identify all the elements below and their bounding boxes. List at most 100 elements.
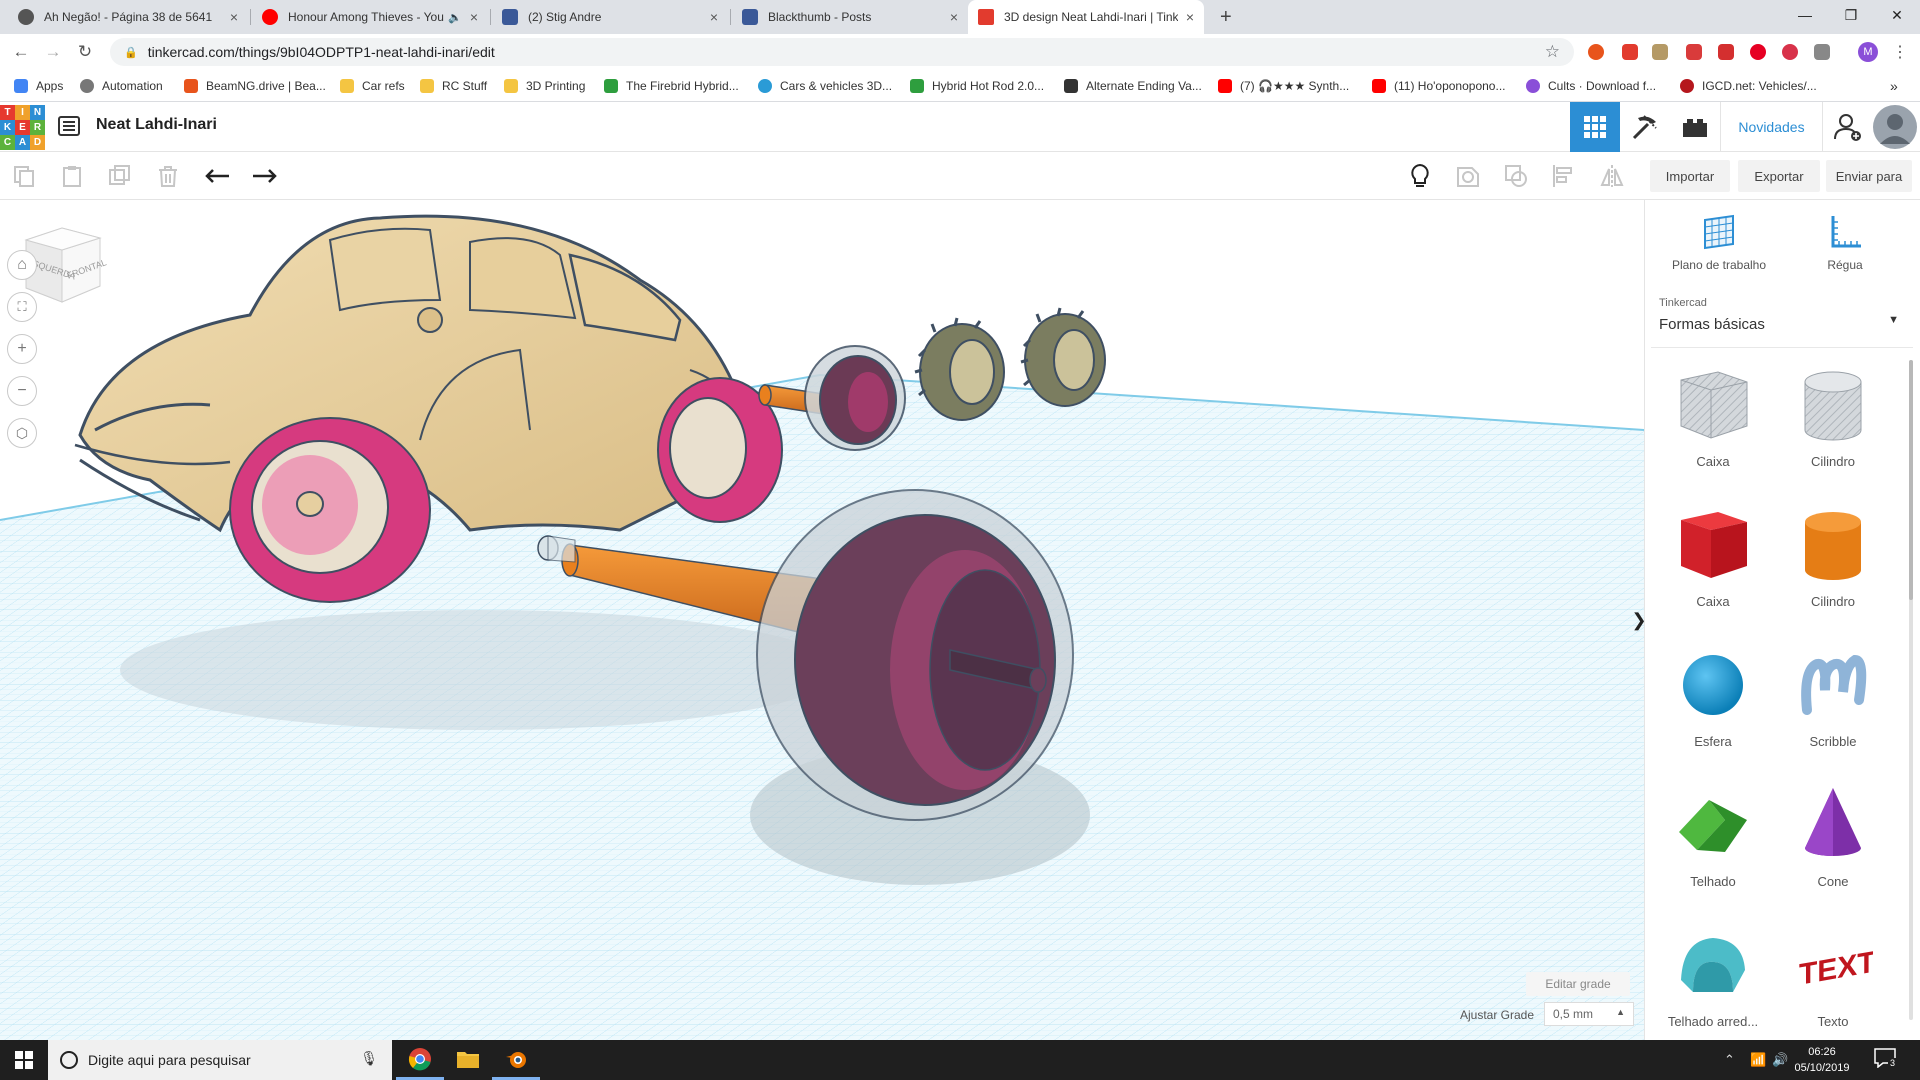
start-button[interactable]: [0, 1040, 48, 1080]
design-title[interactable]: Neat Lahdi-Inari: [96, 116, 217, 134]
extension-icon[interactable]: [1718, 44, 1734, 60]
bookmark-igcd[interactable]: IGCD.net: Vehicles/...: [1680, 70, 1817, 102]
align-button[interactable]: [1548, 160, 1580, 192]
profile-avatar[interactable]: M: [1858, 42, 1878, 62]
extension-icon[interactable]: [1622, 44, 1638, 60]
taskbar-search-input[interactable]: Digite aqui para pesquisar 🎙: [48, 1040, 392, 1080]
notes-toggle-button[interactable]: [1404, 160, 1436, 192]
novidades-button[interactable]: Novidades: [1720, 102, 1822, 152]
shape-text[interactable]: TEXT Texto: [1773, 920, 1893, 1040]
add-user-button[interactable]: [1822, 102, 1872, 152]
shape-sphere[interactable]: Esfera: [1653, 640, 1773, 770]
send-to-button[interactable]: Enviar para: [1826, 160, 1912, 192]
browser-tab-honour-among-thieves[interactable]: Honour Among Thieves - You 🔈 ×: [252, 0, 488, 34]
maximize-button[interactable]: ❐: [1828, 0, 1874, 30]
taskbar-chrome[interactable]: [396, 1040, 444, 1080]
bookmark-firebrid[interactable]: The Firebrid Hybrid...: [604, 70, 739, 102]
snap-grid-select[interactable]: 0,5 mm ▲: [1544, 1002, 1634, 1026]
tab-close-icon[interactable]: ×: [1186, 9, 1194, 25]
bookmark-star-icon[interactable]: ☆: [1545, 42, 1560, 62]
zoom-out-button[interactable]: −: [7, 376, 37, 406]
zoom-in-button[interactable]: +: [7, 334, 37, 364]
system-clock[interactable]: 06:26 05/10/2019: [1782, 1044, 1862, 1076]
extension-icon[interactable]: [1814, 44, 1830, 60]
tab-close-icon[interactable]: ×: [950, 9, 958, 25]
design-list-icon[interactable]: [58, 115, 80, 137]
extension-icon[interactable]: [1652, 44, 1668, 60]
redo-button[interactable]: [248, 160, 280, 192]
mirror-button[interactable]: [1596, 160, 1628, 192]
workplane-button[interactable]: Plano de trabalho: [1659, 210, 1779, 280]
browser-tab-stig-andre[interactable]: (2) Stig Andre ×: [492, 0, 728, 34]
close-window-button[interactable]: ✕: [1874, 0, 1920, 30]
bookmark-hooponopono[interactable]: (11) Ho'oponopono...: [1372, 70, 1505, 102]
scrollbar-thumb[interactable]: [1909, 360, 1913, 600]
shape-roof[interactable]: Telhado: [1653, 780, 1773, 910]
ungroup-shapes-button[interactable]: [1500, 160, 1532, 192]
delete-button[interactable]: [152, 160, 184, 192]
new-tab-button[interactable]: +: [1210, 0, 1240, 34]
paste-button[interactable]: [56, 160, 88, 192]
shape-cone[interactable]: Cone: [1773, 780, 1893, 910]
pinterest-icon[interactable]: [1750, 44, 1766, 60]
home-view-button[interactable]: ⌂: [7, 250, 37, 280]
minimize-button[interactable]: —: [1782, 0, 1828, 30]
browser-tab-blackthumb[interactable]: Blackthumb - Posts ×: [732, 0, 968, 34]
undo-button[interactable]: [202, 160, 234, 192]
bookmark-apps[interactable]: Apps: [14, 70, 63, 102]
copy-button[interactable]: [8, 160, 40, 192]
browser-tab-tinkercad[interactable]: 3D design Neat Lahdi-Inari | Tink ×: [968, 0, 1204, 34]
duplicate-button[interactable]: [104, 160, 136, 192]
shape-round-roof[interactable]: Telhado arred...: [1653, 920, 1773, 1040]
shape-cylinder[interactable]: Cilindro: [1773, 500, 1893, 630]
panel-toggle-button[interactable]: ❯: [1631, 600, 1644, 640]
extension-icon[interactable]: [1782, 44, 1798, 60]
bookmark-folder-rc-stuff[interactable]: RC Stuff: [420, 70, 487, 102]
shape-box-hole[interactable]: Caixa: [1653, 360, 1773, 490]
bookmark-folder-car-refs[interactable]: Car refs: [340, 70, 405, 102]
back-button[interactable]: ←: [8, 40, 34, 64]
lego-view-button[interactable]: [1670, 102, 1720, 152]
tab-close-icon[interactable]: ×: [470, 9, 478, 25]
taskbar-file-explorer[interactable]: [444, 1040, 492, 1080]
tinkercad-logo[interactable]: T I N K E R C A D: [0, 105, 45, 150]
3d-viewport[interactable]: ESQUERDA FRONTAL ⌂ ⛶ + − ⬡ ❯ Editar grad…: [0, 200, 1644, 1040]
import-button[interactable]: Importar: [1650, 160, 1730, 192]
bookmark-alternate-ending[interactable]: Alternate Ending Va...: [1064, 70, 1202, 102]
bookmark-cars-vehicles[interactable]: Cars & vehicles 3D...: [758, 70, 892, 102]
bookmark-folder-3d-printing[interactable]: 3D Printing: [504, 70, 585, 102]
bookmark-synth[interactable]: (7) 🎧★★★ Synth...: [1218, 70, 1349, 102]
workplane-scene[interactable]: [0, 200, 1644, 1040]
bookmark-hybrid-hot-rod[interactable]: Hybrid Hot Rod 2.0...: [910, 70, 1044, 102]
bookmark-cults[interactable]: Cults · Download f...: [1526, 70, 1656, 102]
reload-button[interactable]: ↻: [72, 40, 98, 64]
microphone-icon[interactable]: 🎙: [360, 1050, 378, 1067]
taskbar-blender[interactable]: [492, 1040, 540, 1080]
ruler-button[interactable]: Régua: [1785, 210, 1905, 280]
bookmark-beamng[interactable]: BeamNG.drive | Bea...: [184, 70, 326, 102]
shape-cylinder-hole[interactable]: Cilindro: [1773, 360, 1893, 490]
browser-menu-icon[interactable]: ⋮: [1892, 42, 1908, 62]
notification-center-button[interactable]: 3: [1874, 1048, 1904, 1072]
tab-close-icon[interactable]: ×: [230, 9, 238, 25]
tab-close-icon[interactable]: ×: [710, 9, 718, 25]
url-input[interactable]: 🔒 tinkercad.com/things/9bI04ODPTP1-neat-…: [110, 38, 1574, 66]
browser-tab-ah-negao[interactable]: Ah Negão! - Página 38 de 5641 ×: [8, 0, 248, 34]
extension-icon[interactable]: [1588, 44, 1604, 60]
shape-library-select[interactable]: Tinkercad Formas básicas ▼: [1651, 288, 1913, 348]
panel-scrollbar[interactable]: [1909, 360, 1913, 1020]
user-avatar[interactable]: [1870, 102, 1920, 152]
shape-box[interactable]: Caixa: [1653, 500, 1773, 630]
perspective-toggle-button[interactable]: ⬡: [7, 418, 37, 448]
export-button[interactable]: Exportar: [1738, 160, 1820, 192]
bookmarks-overflow-button[interactable]: »: [1890, 70, 1898, 102]
fit-view-button[interactable]: ⛶: [7, 292, 37, 322]
network-icon[interactable]: 📶: [1750, 1052, 1766, 1068]
bookmark-automation[interactable]: Automation: [80, 70, 163, 102]
edit-grid-button[interactable]: Editar grade: [1526, 972, 1630, 996]
3d-design-view-button[interactable]: [1570, 102, 1620, 152]
minecraft-view-button[interactable]: [1620, 102, 1670, 152]
extension-icon[interactable]: [1686, 44, 1702, 60]
group-shapes-button[interactable]: [1452, 160, 1484, 192]
forward-button[interactable]: →: [40, 40, 66, 64]
